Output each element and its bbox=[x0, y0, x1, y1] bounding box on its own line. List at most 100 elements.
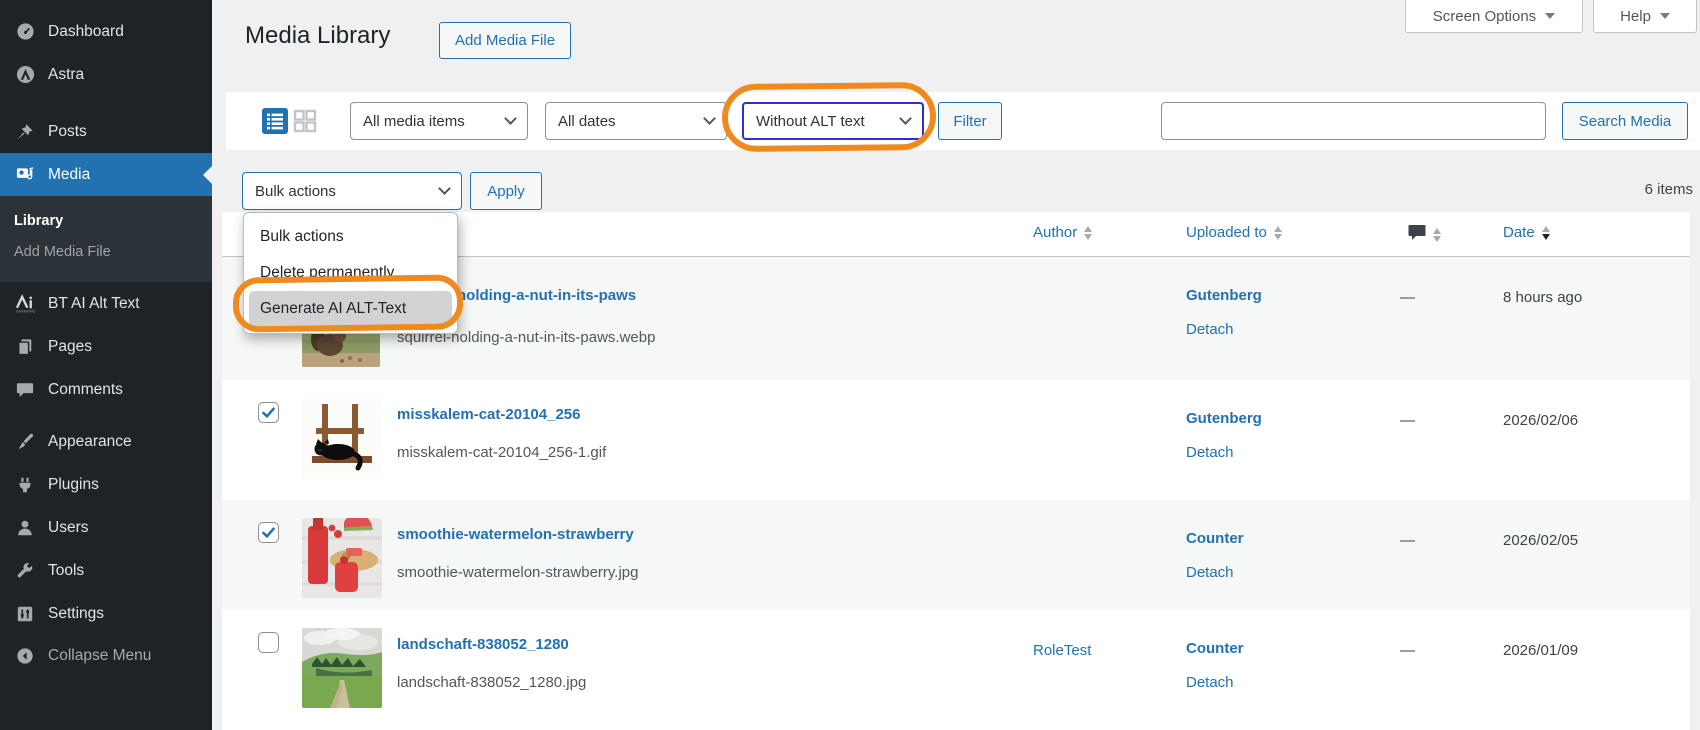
detach-link[interactable]: Detach bbox=[1186, 564, 1234, 581]
attachment-filename: smoothie-watermelon-strawberry.jpg bbox=[397, 564, 639, 581]
items-count: 6 items bbox=[1644, 181, 1693, 198]
sidebar-label: BT AI Alt Text bbox=[48, 294, 140, 312]
filter-button[interactable]: Filter bbox=[938, 102, 1002, 140]
pushpin-icon bbox=[14, 123, 36, 141]
chevron-down-icon bbox=[438, 182, 451, 195]
media-icon bbox=[14, 165, 36, 184]
attachment-filename: landschaft-838052_1280.jpg bbox=[397, 674, 587, 691]
sidebar-label: Astra bbox=[48, 65, 85, 83]
upload-date: 2026/02/06 bbox=[1503, 412, 1579, 429]
media-submenu: Library Add Media File bbox=[0, 196, 212, 282]
sidebar-label: Collapse Menu bbox=[48, 646, 152, 664]
row-checkbox-checked[interactable] bbox=[258, 402, 279, 423]
date-filter-select[interactable]: All dates bbox=[545, 102, 727, 140]
uploaded-to-link[interactable]: Gutenberg bbox=[1186, 287, 1262, 304]
sidebar-item-dashboard[interactable]: Dashboard bbox=[0, 10, 212, 53]
sidebar-item-astra[interactable]: Astra bbox=[0, 53, 212, 96]
uploaded-to-link[interactable]: Gutenberg bbox=[1186, 410, 1262, 427]
bulk-actions-open-dropdown: Bulk actions Delete permanently Generate… bbox=[243, 212, 458, 334]
uploaded-to-link[interactable]: Counter bbox=[1186, 530, 1244, 547]
chevron-down-icon bbox=[1545, 13, 1556, 19]
sort-arrows-icon bbox=[1084, 225, 1093, 240]
grid-view-button[interactable] bbox=[292, 108, 318, 134]
sidebar-label: Media bbox=[48, 165, 91, 183]
attachment-thumbnail-smoothie[interactable] bbox=[302, 518, 382, 598]
submenu-item-library[interactable]: Library bbox=[0, 205, 212, 236]
detach-link[interactable]: Detach bbox=[1186, 674, 1234, 691]
chevron-down-icon bbox=[703, 112, 716, 125]
sidebar-label: Appearance bbox=[48, 432, 132, 450]
sidebar-item-media[interactable]: Media bbox=[0, 153, 212, 196]
comments-count: — bbox=[1400, 289, 1415, 306]
dropdown-option-generate-ai-alt-text[interactable]: Generate AI ALT-Text bbox=[249, 291, 452, 327]
media-search-input[interactable] bbox=[1161, 102, 1546, 140]
sidebar-item-pages[interactable]: Pages bbox=[0, 325, 212, 368]
sidebar-item-bt-ai-alt-text[interactable]: GENERATED BT AI Alt Text bbox=[0, 282, 212, 325]
user-icon bbox=[14, 519, 36, 537]
attachment-title-link[interactable]: landschaft-838052_1280 bbox=[397, 636, 569, 653]
dashboard-icon bbox=[14, 22, 36, 41]
row-checkbox-checked[interactable] bbox=[258, 522, 279, 543]
row-checkbox[interactable] bbox=[258, 632, 279, 653]
column-header-date[interactable]: Date bbox=[1503, 224, 1550, 241]
plug-icon bbox=[14, 476, 36, 494]
dropdown-option-delete-permanently[interactable]: Delete permanently bbox=[249, 255, 452, 291]
add-media-file-button[interactable]: Add Media File bbox=[439, 22, 572, 59]
sidebar-label: Comments bbox=[48, 380, 123, 398]
sliders-icon bbox=[14, 605, 36, 623]
collapse-arrow-icon bbox=[14, 647, 36, 665]
sidebar-label: Dashboard bbox=[48, 22, 124, 40]
attachment-thumbnail-black-cat[interactable] bbox=[302, 398, 382, 478]
chevron-down-icon bbox=[899, 112, 912, 125]
admin-sidebar: Dashboard Astra Posts Media Library Add … bbox=[0, 0, 212, 730]
comment-bubble-icon bbox=[14, 381, 36, 399]
submenu-item-add-media-file[interactable]: Add Media File bbox=[0, 236, 212, 267]
apply-button[interactable]: Apply bbox=[470, 172, 542, 210]
screen-options-tab[interactable]: Screen Options bbox=[1405, 0, 1583, 33]
table-row: misskalem-cat-20104_256 misskalem-cat-20… bbox=[222, 380, 1690, 500]
pages-icon bbox=[14, 338, 36, 356]
upload-date: 2026/02/05 bbox=[1503, 532, 1579, 549]
sidebar-item-posts[interactable]: Posts bbox=[0, 110, 212, 153]
sidebar-item-comments[interactable]: Comments bbox=[0, 368, 212, 411]
uploaded-to-link[interactable]: Counter bbox=[1186, 640, 1244, 657]
attachment-title-link[interactable]: misskalem-cat-20104_256 bbox=[397, 406, 580, 423]
svg-text:GENERATED: GENERATED bbox=[15, 309, 35, 313]
attachment-thumbnail-landscape[interactable] bbox=[302, 628, 382, 708]
detach-link[interactable]: Detach bbox=[1186, 444, 1234, 461]
sidebar-item-settings[interactable]: Settings bbox=[0, 592, 212, 635]
table-row: smoothie-watermelon-strawberry smoothie-… bbox=[222, 500, 1690, 610]
bulk-actions-select[interactable]: Bulk actions bbox=[242, 172, 462, 210]
column-header-author[interactable]: Author bbox=[1033, 224, 1093, 241]
sidebar-item-tools[interactable]: Tools bbox=[0, 549, 212, 592]
sidebar-item-plugins[interactable]: Plugins bbox=[0, 463, 212, 506]
sort-arrows-icon bbox=[1541, 225, 1550, 240]
chevron-down-icon bbox=[1659, 13, 1670, 19]
comment-bubble-icon bbox=[1408, 224, 1426, 245]
dropdown-option-bulk-actions[interactable]: Bulk actions bbox=[249, 219, 452, 255]
column-header-comments[interactable] bbox=[1408, 224, 1441, 245]
attachment-filename: misskalem-cat-20104_256-1.gif bbox=[397, 444, 607, 461]
sidebar-label: Settings bbox=[48, 604, 105, 622]
sidebar-item-appearance[interactable]: Appearance bbox=[0, 420, 212, 463]
chevron-down-icon bbox=[504, 112, 517, 125]
grid-view-icon bbox=[292, 109, 318, 137]
upload-date: 2026/01/09 bbox=[1503, 642, 1579, 659]
column-header-uploaded-to[interactable]: Uploaded to bbox=[1186, 224, 1282, 241]
sidebar-label: Pages bbox=[48, 337, 92, 355]
search-media-button[interactable]: Search Media bbox=[1562, 102, 1688, 140]
sidebar-item-collapse-menu[interactable]: Collapse Menu bbox=[0, 634, 212, 677]
media-type-filter-select[interactable]: All media items bbox=[350, 102, 528, 140]
sidebar-item-users[interactable]: Users bbox=[0, 506, 212, 549]
list-view-button[interactable] bbox=[262, 108, 288, 134]
author-link[interactable]: RoleTest bbox=[1033, 642, 1091, 659]
sort-arrows-icon bbox=[1273, 225, 1282, 240]
detach-link[interactable]: Detach bbox=[1186, 321, 1234, 338]
alt-text-filter-select[interactable]: Without ALT text bbox=[742, 102, 924, 140]
sort-arrows-icon bbox=[1433, 227, 1441, 242]
sidebar-label: Posts bbox=[48, 122, 87, 140]
attachment-title-link[interactable]: smoothie-watermelon-strawberry bbox=[397, 526, 634, 543]
sidebar-label: Tools bbox=[48, 561, 85, 579]
help-tab[interactable]: Help bbox=[1593, 0, 1697, 33]
table-row: landschaft-838052_1280 landschaft-838052… bbox=[222, 610, 1690, 726]
